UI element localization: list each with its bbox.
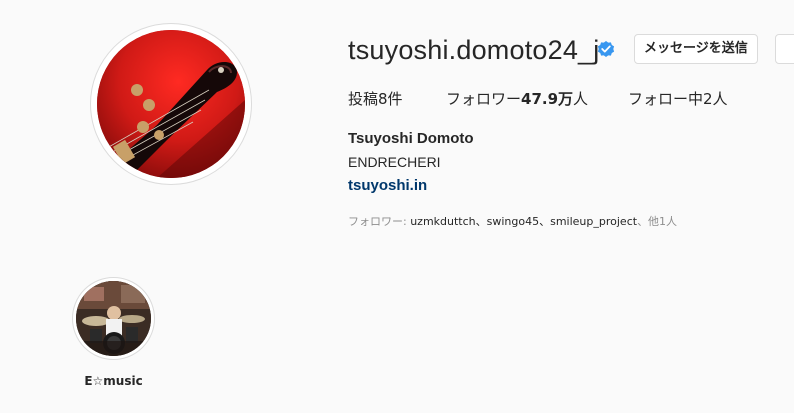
following-count: 2人 bbox=[703, 90, 728, 108]
avatar-image bbox=[97, 30, 245, 178]
followers-count: 47.9万 bbox=[521, 90, 574, 108]
story-highlight[interactable] bbox=[72, 277, 155, 360]
profile-full-name: Tsuyoshi Domoto bbox=[348, 130, 474, 147]
drummer-picture bbox=[76, 281, 151, 356]
message-button[interactable]: メッセージを送信 bbox=[634, 34, 758, 64]
profile-website-link[interactable]: tsuyoshi.in bbox=[348, 177, 427, 194]
highlight-cover-image bbox=[76, 281, 151, 356]
profile-page: tsuyoshi.domoto24_j メッセージを送信 投稿8件 フォロワー4… bbox=[0, 0, 794, 413]
guitar-headstock-picture bbox=[97, 30, 245, 178]
followers-stat[interactable]: フォロワー47.9万人 bbox=[446, 88, 588, 109]
followed-by-names: uzmkduttch、swingo45、smileup_project bbox=[410, 215, 638, 228]
follow-options-button[interactable] bbox=[775, 34, 794, 64]
profile-bio: ENDRECHERI bbox=[348, 154, 441, 170]
followed-by[interactable]: フォロワー: uzmkduttch、swingo45、smileup_proje… bbox=[348, 213, 677, 229]
verified-badge-icon bbox=[597, 41, 615, 57]
highlight-label: E☆music bbox=[84, 374, 143, 388]
posts-count: 8件 bbox=[378, 90, 403, 108]
profile-username: tsuyoshi.domoto24_j bbox=[348, 35, 600, 65]
profile-avatar[interactable] bbox=[90, 23, 252, 185]
posts-stat: 投稿8件 bbox=[348, 90, 403, 108]
following-stat[interactable]: フォロー中2人 bbox=[628, 88, 728, 109]
